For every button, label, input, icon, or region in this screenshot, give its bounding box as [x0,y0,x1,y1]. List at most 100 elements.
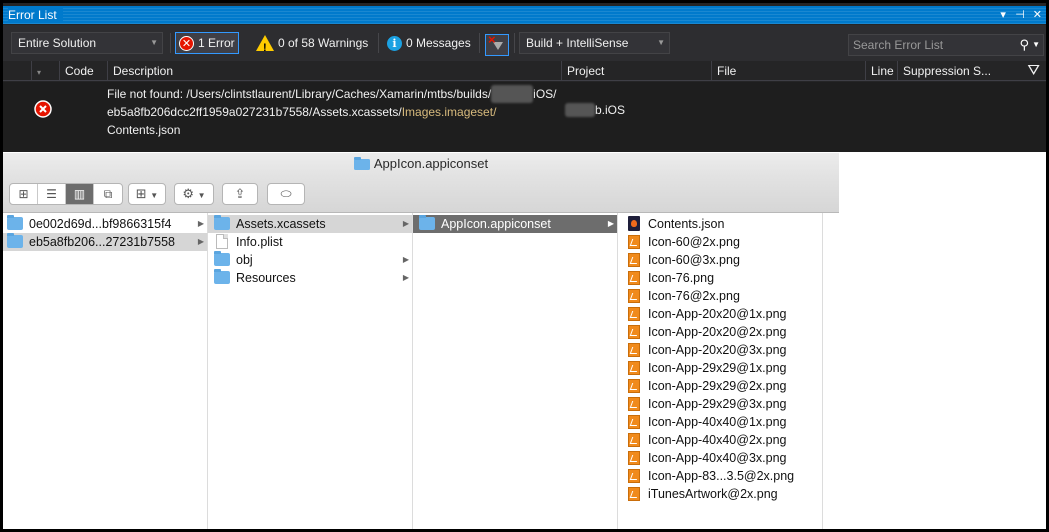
column-view-button[interactable]: ▥ [66,184,94,204]
chevron-down-icon: ▼ [197,191,206,200]
list-item[interactable]: Icon-App-20x20@2x.png [618,323,822,341]
error-icon [34,100,52,121]
list-item[interactable]: Icon-76.png [618,269,822,287]
folder-name: eb5a8fb206...27231b7558 [29,235,175,249]
list-item[interactable]: Icon-App-29x29@2x.png [618,377,822,395]
icon-view-button[interactable]: ⊞ [10,184,38,204]
finder-column-1: 0e002d69d...bf9866315f4 ▶ eb5a8fb206...2… [3,213,208,529]
folder-icon [214,215,230,230]
redacted-text: xxxxx [565,103,595,117]
screenshot-frame: Error List ▾ ⊣ ✕ Entire Solution ▼ ✕ 1 E… [0,0,1049,532]
search-icon[interactable]: ⚲ [1019,35,1029,55]
error-list-header: ▾ Code Description Project File Line Sup… [3,61,1046,81]
column-header-code[interactable]: Code [59,61,107,81]
description-filename: Contents.json [107,123,181,137]
chevron-down-icon: ▼ [657,38,665,47]
column-header-project[interactable]: Project [561,61,711,81]
finder-column-5 [823,213,839,529]
list-item[interactable]: Icon-76@2x.png [618,287,822,305]
list-item[interactable]: Icon-App-40x40@2x.png [618,431,822,449]
share-button[interactable]: ⇪ [222,183,258,205]
finder-window: AppIcon.appiconset ⊞ ☰ ▥ ⧉ ⊞ ▼ ⚙ ▼ ⇪ ⬭ 0… [3,153,839,529]
folder-icon [353,155,370,177]
list-item[interactable]: Resources ▶ [208,269,412,287]
filter-icon[interactable]: ⛛ [1027,61,1040,81]
file-name: Icon-60@2x.png [648,235,740,249]
list-item[interactable]: 0e002d69d...bf9866315f4 ▶ [3,215,207,233]
share-icon: ⇪ [234,186,246,201]
warnings-filter-button[interactable]: 0 of 58 Warnings [253,32,371,58]
messages-filter-button[interactable]: i 0 Messages [384,32,474,54]
tags-button[interactable]: ⬭ [267,183,305,205]
errors-filter-label: 1 Error [198,36,235,50]
toolbar-separator [479,33,480,53]
column-header-suppression-label: Suppression S... [903,64,992,78]
chevron-down-icon[interactable]: ▼ [1032,35,1040,55]
group-by-button[interactable]: ⊞ ▼ [128,183,166,205]
view-mode-segment: ⊞ ☰ ▥ ⧉ [9,183,123,205]
build-filter-dropdown[interactable]: Build + IntelliSense ▼ [519,32,670,54]
info-icon: i [387,35,402,51]
png-file-icon [628,379,640,393]
folder-icon [214,269,230,284]
action-menu-button[interactable]: ⚙ ▼ [174,183,214,205]
pin-button[interactable]: ⊣ [1015,6,1025,24]
search-error-list-input[interactable]: Search Error List ⚲ ▼ [848,34,1044,56]
column-header-file[interactable]: File [711,61,865,81]
list-item[interactable]: Info.plist [208,233,412,251]
list-item[interactable]: Icon-App-29x29@1x.png [618,359,822,377]
list-item[interactable]: AppIcon.appiconset ▶ [413,215,617,233]
warnings-filter-label: 0 of 58 Warnings [278,36,369,50]
column-header-description[interactable]: Description [107,61,561,81]
folder-icon [214,251,230,266]
column-header-suppression[interactable]: Suppression S... [897,61,1046,81]
list-item[interactable]: Icon-App-40x40@1x.png [618,413,822,431]
png-file-icon [628,307,640,321]
chevron-right-icon: ▶ [402,273,409,282]
close-button[interactable]: ✕ [1033,6,1042,24]
list-item[interactable]: Icon-App-40x40@3x.png [618,449,822,467]
window-menu-button[interactable]: ▾ [999,6,1007,24]
list-view-button[interactable]: ☰ [38,184,66,204]
file-name: Icon-76.png [648,271,715,285]
project-name: b.iOS [595,103,626,117]
toolbar-separator [378,33,379,53]
png-file-icon [628,343,640,357]
gear-icon: ⚙ [182,186,195,201]
list-item[interactable]: iTunesArtwork@2x.png [618,485,822,503]
column-header-line[interactable]: Line [865,61,897,81]
list-item[interactable]: obj ▶ [208,251,412,269]
column-header-icon[interactable] [3,61,31,81]
scope-dropdown[interactable]: Entire Solution ▼ [11,32,163,54]
list-item[interactable]: Icon-App-29x29@3x.png [618,395,822,413]
list-item[interactable]: Contents.json [618,215,822,233]
list-item[interactable]: Icon-60@3x.png [618,251,822,269]
grid-icon: ⊞ [135,186,147,201]
description-path: eb5a8fb206dcc2ff1959a027231b7558/Assets.… [107,105,402,119]
error-project: xxxxxb.iOS [565,103,625,117]
table-row[interactable]: File not found: /Users/clintstlaurent/Li… [3,82,1046,152]
file-name: iTunesArtwork@2x.png [648,487,778,501]
chevron-right-icon: ▶ [607,219,614,228]
list-item[interactable]: Icon-60@2x.png [618,233,822,251]
description-path: iOS/ [533,87,557,101]
list-item[interactable]: Icon-App-83...3.5@2x.png [618,467,822,485]
file-icon [216,234,228,249]
finder-column-3: AppIcon.appiconset ▶ [413,213,618,529]
list-item[interactable]: eb5a8fb206...27231b7558 ▶ [3,233,207,251]
error-list-title: Error List [8,8,63,22]
error-list-panel: Error List ▾ ⊣ ✕ Entire Solution ▼ ✕ 1 E… [3,3,1046,152]
description-highlight: Images.imageset/ [401,105,497,119]
finder-column-2: Assets.xcassets ▶ Info.plist obj ▶ Resou… [208,213,413,529]
error-description: File not found: /Users/clintstlaurent/Li… [107,85,577,139]
column-header-sort[interactable]: ▾ [31,61,59,81]
list-item[interactable]: Assets.xcassets ▶ [208,215,412,233]
clear-filter-icon[interactable] [485,32,509,56]
list-item[interactable]: Icon-App-20x20@3x.png [618,341,822,359]
list-item[interactable]: Icon-App-20x20@1x.png [618,305,822,323]
chevron-down-icon: ▼ [150,191,159,200]
errors-filter-button[interactable]: ✕ 1 Error [175,32,239,54]
toolbar-separator [514,33,515,53]
gallery-view-button[interactable]: ⧉ [94,184,122,204]
png-file-icon [628,289,640,303]
